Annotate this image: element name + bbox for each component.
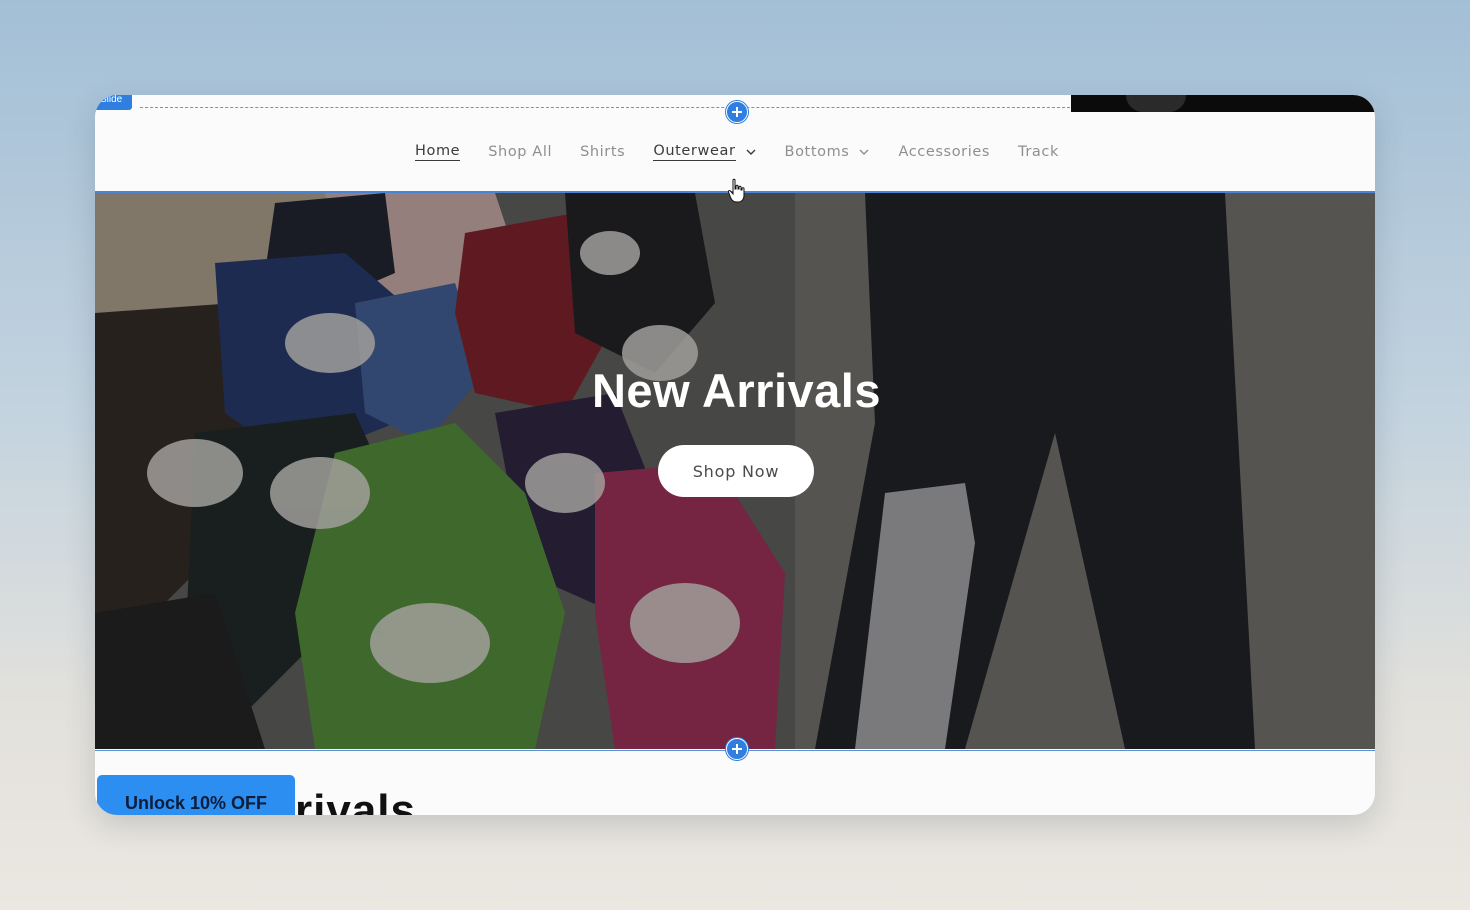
nav-item-outerwear[interactable]: Outerwear [653, 143, 756, 161]
nav-item-label: Shop All [488, 144, 553, 160]
nav-item-shirts[interactable]: Shirts [580, 144, 625, 160]
top-media-strip [1071, 95, 1375, 112]
chevron-down-icon [746, 149, 756, 155]
unlock-discount-button[interactable]: Unlock 10% OFF [97, 775, 295, 815]
editor-element-badge[interactable]: Slide [95, 95, 133, 110]
nav-item-accessories[interactable]: Accessories [898, 144, 990, 160]
browser-window: Slide Home Shop All Shirts Outerwear Bot… [95, 95, 1375, 815]
nav-item-bottoms[interactable]: Bottoms [785, 144, 871, 160]
chevron-down-icon [859, 149, 869, 155]
add-section-bottom-button[interactable] [726, 738, 748, 760]
hero-banner: New Arrivals Shop Now [95, 193, 1375, 749]
nav-item-home[interactable]: Home [414, 143, 461, 161]
section-heading: rivals [295, 786, 416, 816]
nav-item-label: Shirts [580, 144, 626, 160]
nav-item-shop-all[interactable]: Shop All [488, 144, 552, 160]
selection-outline-top [140, 107, 1070, 108]
add-section-top-button[interactable] [726, 101, 748, 123]
nav-item-label: Accessories [898, 144, 991, 160]
nav-item-label: Bottoms [784, 144, 850, 160]
nav-item-label: Track [1018, 144, 1059, 160]
shop-now-button[interactable]: Shop Now [658, 445, 814, 497]
nav-item-track[interactable]: Track [1018, 144, 1059, 160]
nav-item-label: Outerwear [653, 143, 736, 161]
nav-item-label: Home [414, 143, 461, 161]
hero-title: New Arrivals [591, 364, 881, 417]
hand-pointer-icon [727, 178, 745, 203]
